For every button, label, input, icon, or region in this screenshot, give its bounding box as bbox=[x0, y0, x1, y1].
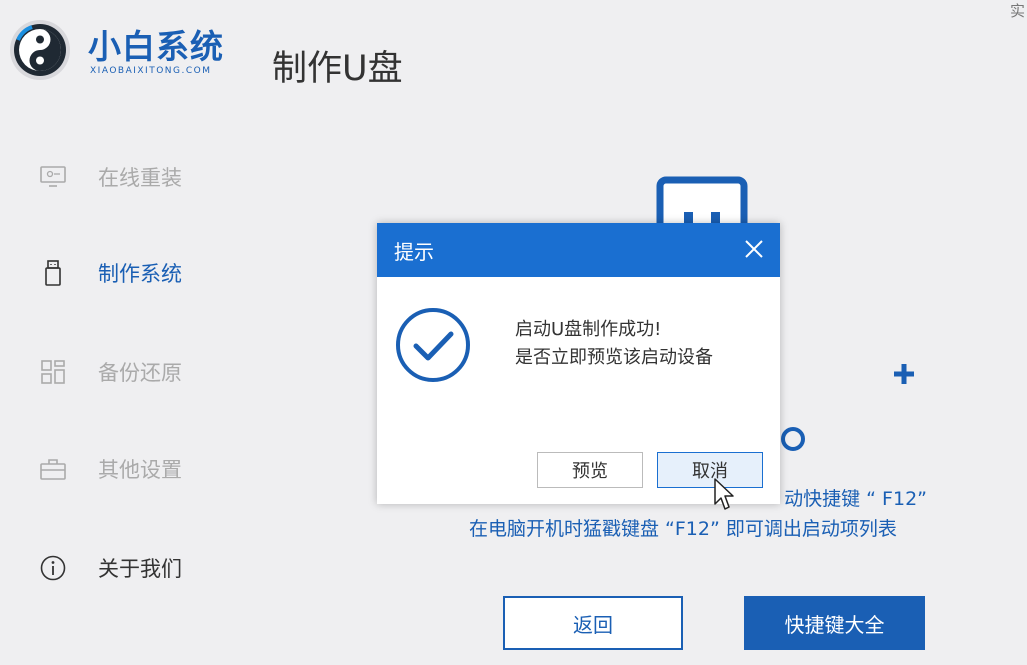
dialog-title: 提示 bbox=[394, 240, 434, 264]
briefcase-icon bbox=[38, 456, 68, 482]
shortcut-list-button[interactable]: 快捷键大全 bbox=[744, 596, 925, 650]
sidebar-item-label: 关于我们 bbox=[98, 557, 182, 581]
logo-subtitle: XIAOBAIXITONG.COM bbox=[90, 66, 212, 76]
info-icon bbox=[38, 555, 68, 581]
mouse-cursor-icon bbox=[714, 478, 734, 510]
back-button[interactable]: 返回 bbox=[503, 596, 683, 650]
sidebar-item-label: 制作系统 bbox=[98, 262, 182, 286]
prompt-dialog: 提示 启动U盘制作成功! 是否立即预览该启动设备 预览 取消 bbox=[377, 223, 780, 504]
grid-icon bbox=[38, 359, 68, 385]
sidebar-item-label: 在线重装 bbox=[98, 166, 182, 190]
page-title: 制作U盘 bbox=[272, 49, 403, 89]
sidebar-item-make-system[interactable]: 制作系统 bbox=[38, 253, 238, 293]
ring-icon bbox=[781, 427, 805, 451]
dialog-message-line1: 启动U盘制作成功! bbox=[515, 319, 662, 340]
plus-icon bbox=[894, 364, 914, 384]
success-check-icon bbox=[396, 308, 470, 382]
cancel-button[interactable]: 取消 bbox=[657, 452, 763, 488]
sidebar-item-online-reinstall[interactable]: 在线重装 bbox=[38, 157, 238, 197]
logo-name: 小白系统 bbox=[88, 27, 224, 66]
sidebar-item-backup-restore[interactable]: 备份还原 bbox=[38, 352, 238, 392]
logo: 小白系统 XIAOBAIXITONG.COM bbox=[8, 14, 248, 84]
sidebar-item-other-settings[interactable]: 其他设置 bbox=[38, 449, 238, 489]
usb-drive-icon bbox=[38, 260, 68, 286]
sidebar-item-label: 备份还原 bbox=[98, 361, 182, 385]
shortcut-hint-line2: 在电脑开机时猛戳键盘 “F12” 即可调出启动项列表 bbox=[469, 518, 897, 540]
close-icon[interactable] bbox=[742, 237, 766, 261]
sidebar-item-label: 其他设置 bbox=[98, 458, 182, 482]
sidebar-item-about-us[interactable]: 关于我们 bbox=[38, 548, 238, 588]
monitor-icon bbox=[38, 164, 68, 190]
preview-button[interactable]: 预览 bbox=[537, 452, 643, 488]
corner-text: 实 bbox=[1010, 2, 1026, 20]
dialog-header: 提示 bbox=[377, 223, 780, 277]
dialog-message-line2: 是否立即预览该启动设备 bbox=[515, 347, 713, 368]
logo-icon bbox=[10, 20, 70, 80]
